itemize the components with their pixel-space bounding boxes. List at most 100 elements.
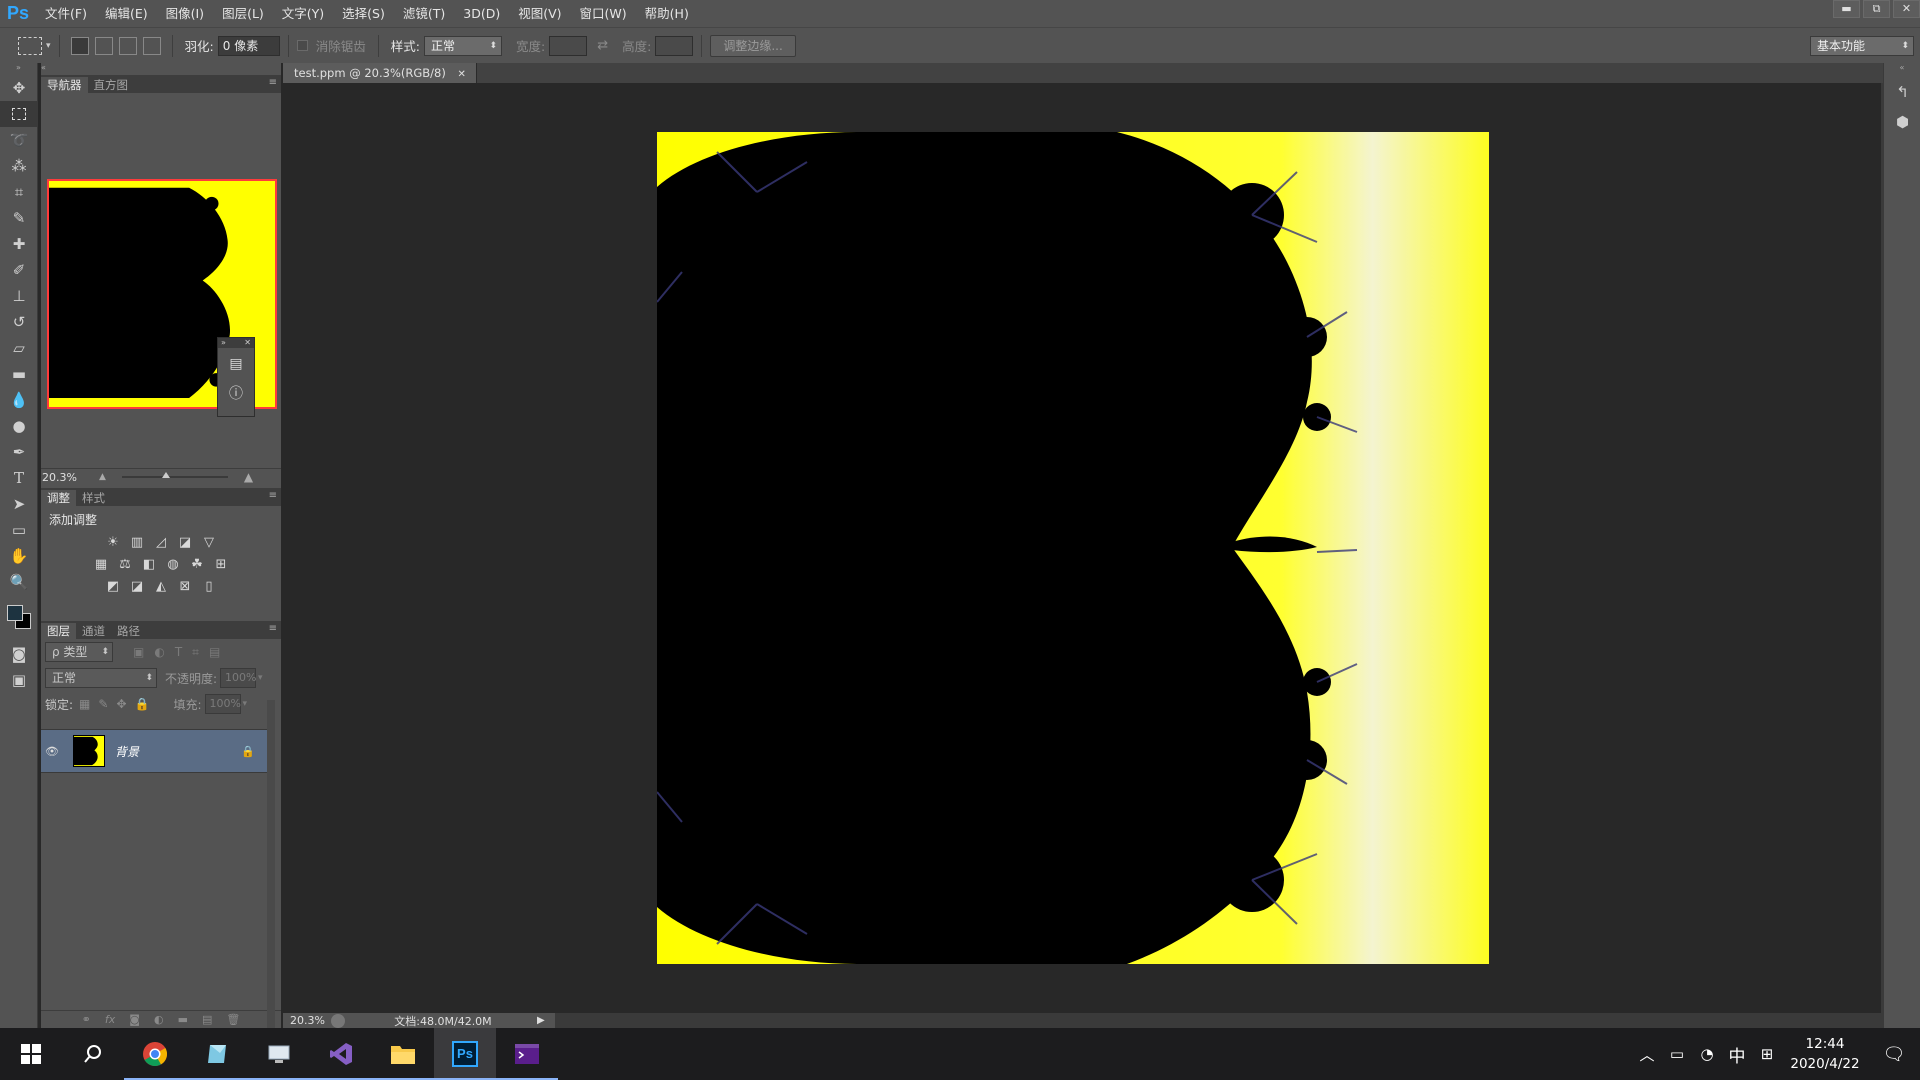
- type-tool-icon[interactable]: T: [0, 465, 38, 491]
- clone-stamp-tool-icon[interactable]: ⊥: [0, 283, 38, 309]
- filter-type-icon[interactable]: T: [175, 645, 182, 659]
- levels-icon[interactable]: ▥: [129, 536, 145, 550]
- menu-edit[interactable]: 编辑(E): [96, 0, 157, 27]
- eraser-tool-icon[interactable]: ▱: [0, 335, 38, 361]
- marquee-tool-icon[interactable]: [0, 101, 38, 127]
- app-blue-icon[interactable]: [186, 1028, 248, 1080]
- close-tab-icon[interactable]: ✕: [458, 69, 466, 80]
- menu-window[interactable]: 窗口(W): [571, 0, 636, 27]
- quick-select-tool-icon[interactable]: ⁂: [0, 153, 38, 179]
- info-icon[interactable]: ⓘ: [218, 380, 254, 408]
- menu-view[interactable]: 视图(V): [509, 0, 570, 27]
- link-layers-icon[interactable]: ⚭: [82, 1013, 91, 1026]
- color-lookup-icon[interactable]: ⊞: [213, 558, 229, 572]
- tab-styles[interactable]: 样式: [76, 490, 111, 506]
- navigator-zoom-value[interactable]: 20.3%: [41, 471, 99, 484]
- lock-position-icon[interactable]: ✥: [116, 697, 126, 711]
- lock-transparent-icon[interactable]: ▦: [79, 697, 90, 711]
- search-icon[interactable]: [62, 1028, 124, 1080]
- clock[interactable]: 12:44 2020/4/22: [1782, 1034, 1868, 1074]
- foreground-color-swatch[interactable]: [7, 605, 23, 621]
- dodge-tool-icon[interactable]: ●: [0, 413, 38, 439]
- visibility-eye-icon[interactable]: 👁: [41, 745, 63, 758]
- hand-tool-icon[interactable]: ✋: [0, 543, 38, 569]
- horizontal-scrollbar[interactable]: [554, 1013, 1883, 1028]
- refine-edge-button[interactable]: 调整边缘...: [710, 34, 796, 57]
- swap-dimensions-icon[interactable]: ⇄: [597, 38, 608, 53]
- filter-pixel-icon[interactable]: ▣: [133, 645, 144, 659]
- input-mode-icon[interactable]: ⊞: [1752, 1045, 1782, 1063]
- panel-menu-icon[interactable]: ≡: [269, 77, 277, 88]
- delete-layer-icon[interactable]: 🗑: [226, 1013, 240, 1026]
- canvas-area[interactable]: [283, 83, 1883, 1013]
- move-tool-icon[interactable]: ✥: [0, 75, 38, 101]
- battery-icon[interactable]: ▭: [1662, 1045, 1692, 1063]
- menu-filter[interactable]: 滤镜(T): [394, 0, 454, 27]
- zoom-tool-icon[interactable]: 🔍: [0, 569, 38, 595]
- status-zoom[interactable]: 20.3%: [283, 1014, 331, 1027]
- tab-navigator[interactable]: 导航器: [41, 77, 88, 93]
- remote-desktop-icon[interactable]: [248, 1028, 310, 1080]
- lock-image-icon[interactable]: ✎: [98, 697, 108, 711]
- minimize-button[interactable]: ▬: [1833, 0, 1860, 18]
- document-canvas[interactable]: [657, 132, 1489, 964]
- layer-style-icon[interactable]: fx: [105, 1013, 115, 1026]
- new-group-icon[interactable]: ▬: [178, 1013, 188, 1026]
- zoom-slider-handle[interactable]: [161, 472, 170, 478]
- toolbar-collapse-icon[interactable]: »: [0, 63, 37, 75]
- eyedropper-tool-icon[interactable]: ✎: [0, 205, 38, 231]
- layer-row[interactable]: 👁 背景 🔒: [41, 729, 267, 773]
- opacity-input[interactable]: 100%: [220, 668, 257, 688]
- document-tab[interactable]: test.ppm @ 20.3%(RGB/8) ✕: [283, 63, 477, 83]
- channel-mixer-icon[interactable]: ☘: [189, 558, 205, 572]
- add-mask-icon[interactable]: ◙: [129, 1013, 140, 1026]
- tab-channels[interactable]: 通道: [76, 623, 111, 639]
- mini-panel-titlebar[interactable]: » ✕: [218, 338, 254, 348]
- 3d-panel-icon[interactable]: ⬢: [1884, 107, 1920, 137]
- filter-adjustment-icon[interactable]: ◐: [154, 645, 164, 659]
- curves-icon[interactable]: ◿: [153, 536, 169, 550]
- menu-select[interactable]: 选择(S): [333, 0, 394, 27]
- zoom-in-icon[interactable]: ▲: [244, 470, 253, 484]
- right-strip-collapse-icon[interactable]: «: [1884, 63, 1920, 77]
- healing-brush-tool-icon[interactable]: ✚: [0, 231, 38, 257]
- color-swatches[interactable]: [0, 595, 37, 641]
- status-info-icon[interactable]: [331, 1013, 345, 1028]
- gradient-tool-icon[interactable]: ▬: [0, 361, 38, 387]
- new-layer-icon[interactable]: ▤: [202, 1013, 212, 1026]
- intersect-selection-icon[interactable]: [142, 36, 161, 55]
- gradient-map-icon[interactable]: ▯: [201, 580, 217, 594]
- mini-panel-close-icon[interactable]: ✕: [244, 338, 251, 348]
- tab-histogram[interactable]: 直方图: [88, 77, 135, 93]
- panel-menu-icon[interactable]: ≡: [269, 490, 277, 501]
- menu-image[interactable]: 图像(I): [157, 0, 213, 27]
- windows-start-icon[interactable]: [0, 1028, 62, 1080]
- notification-icon[interactable]: 🗨: [1868, 1044, 1920, 1065]
- hue-saturation-icon[interactable]: ▦: [93, 558, 109, 572]
- black-white-icon[interactable]: ◧: [141, 558, 157, 572]
- menu-help[interactable]: 帮助(H): [636, 0, 698, 27]
- photo-filter-icon[interactable]: ◍: [165, 558, 181, 572]
- chrome-icon[interactable]: [124, 1028, 186, 1080]
- layers-scrollbar[interactable]: [267, 700, 275, 1040]
- invert-icon[interactable]: ◩: [105, 580, 121, 594]
- opacity-dropdown-icon[interactable]: ▾: [258, 673, 263, 683]
- tab-adjustments[interactable]: 调整: [41, 490, 76, 506]
- selective-color-icon[interactable]: ⊠: [177, 580, 193, 594]
- workspace-select[interactable]: 基本功能: [1810, 35, 1914, 56]
- width-input[interactable]: [549, 35, 588, 56]
- rectangle-tool-icon[interactable]: ▭: [0, 517, 38, 543]
- wifi-icon[interactable]: ◔: [1692, 1045, 1722, 1063]
- threshold-icon[interactable]: ◭: [153, 580, 169, 594]
- filter-shape-icon[interactable]: ⌗: [192, 645, 199, 660]
- visual-studio-icon[interactable]: [310, 1028, 372, 1080]
- menu-3d[interactable]: 3D(D): [454, 0, 509, 27]
- status-menu-arrow-icon[interactable]: ▶: [537, 1015, 545, 1026]
- brightness-contrast-icon[interactable]: ☀: [105, 536, 121, 550]
- menu-file[interactable]: 文件(F): [36, 0, 96, 27]
- subtract-selection-icon[interactable]: [118, 36, 137, 55]
- tab-paths[interactable]: 路径: [111, 623, 146, 639]
- add-selection-icon[interactable]: [94, 36, 113, 55]
- fill-input[interactable]: 100%: [204, 694, 241, 714]
- vibrance-icon[interactable]: ▽: [201, 536, 217, 550]
